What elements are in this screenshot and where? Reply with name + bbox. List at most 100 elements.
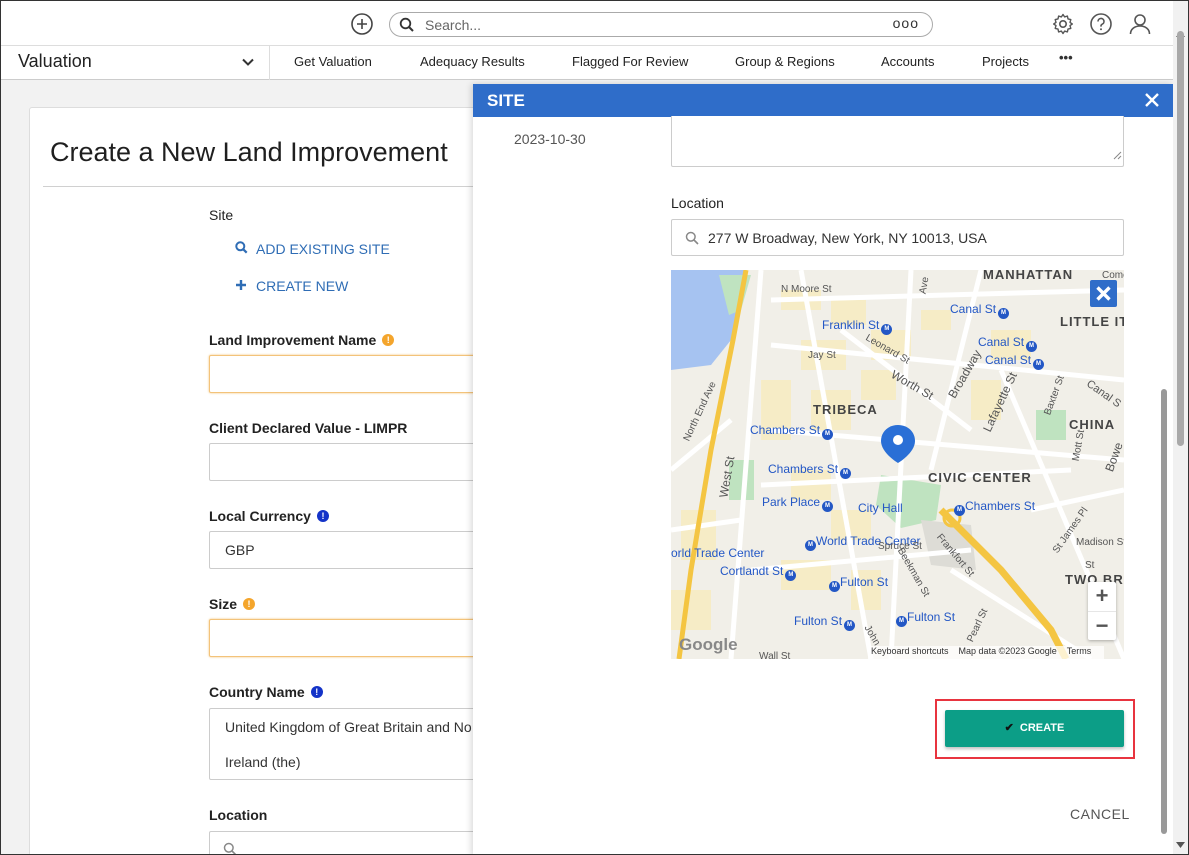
- resize-handle-icon[interactable]: [1113, 147, 1122, 165]
- map-zoom-controls: + −: [1088, 582, 1116, 640]
- size-label: Size!: [209, 596, 256, 612]
- page-scrollbar[interactable]: [1173, 1, 1188, 854]
- gear-icon[interactable]: [1051, 12, 1075, 36]
- client-declared-value-input[interactable]: [209, 443, 509, 481]
- country-name-select[interactable]: United Kingdom of Great Britain and No I…: [209, 708, 509, 780]
- info-icon[interactable]: !: [310, 686, 323, 698]
- zoom-out-button[interactable]: −: [1088, 611, 1116, 640]
- map-station-label: Fulton St: [794, 614, 843, 628]
- search-placeholder: Search...: [425, 17, 482, 33]
- location-input[interactable]: [209, 831, 509, 854]
- map-station-label: Canal St: [950, 302, 997, 316]
- subway-icon: M: [829, 581, 840, 592]
- nav-adequacy-results[interactable]: Adequacy Results: [420, 54, 525, 69]
- module-selector[interactable]: Valuation: [1, 46, 270, 80]
- location-map[interactable]: MANHATTAN Come LITTLE IT TRIBECA CHINA C…: [671, 270, 1124, 659]
- map-station-cortlandt-st: Cortlandt St M: [720, 564, 797, 581]
- site-modal: SITE 2023-10-30 Location 277 W Broadway,…: [473, 84, 1173, 854]
- create-new-label: CREATE NEW: [256, 278, 349, 294]
- modal-header: SITE: [473, 84, 1173, 117]
- user-icon[interactable]: [1128, 12, 1152, 36]
- location-label: Location: [671, 195, 724, 211]
- map-label-civic-center: CIVIC CENTER: [928, 470, 1032, 485]
- subway-icon: M: [805, 540, 816, 551]
- local-currency-value: GBP: [225, 542, 255, 558]
- map-station-chambers-st-2: Chambers St M: [768, 462, 852, 479]
- scrollbar-thumb[interactable]: [1177, 31, 1184, 446]
- nav-flagged-for-review[interactable]: Flagged For Review: [572, 54, 688, 69]
- local-currency-text: Local Currency: [209, 508, 311, 524]
- nav-projects[interactable]: Projects: [982, 54, 1029, 69]
- map-street-n-moore-st: N Moore St: [781, 284, 832, 295]
- modal-title: SITE: [487, 91, 525, 110]
- map-station-chambers-st-1: Chambers St M: [750, 423, 834, 440]
- nav-get-valuation[interactable]: Get Valuation: [294, 54, 372, 69]
- subway-icon: M: [840, 468, 852, 479]
- help-icon[interactable]: [1089, 12, 1113, 36]
- map-street-jay-st: Jay St: [808, 350, 836, 361]
- close-icon[interactable]: [1141, 89, 1163, 111]
- map-station-chambers-st-3: M Chambers St: [952, 499, 1035, 516]
- top-bar: Search... ooo: [1, 1, 1188, 46]
- map-station-label: Canal St: [978, 335, 1025, 349]
- info-icon[interactable]: !: [316, 510, 329, 522]
- search-icon: [399, 17, 415, 38]
- search-bar[interactable]: Search... ooo: [389, 12, 933, 37]
- fullscreen-close-icon[interactable]: [1090, 280, 1117, 307]
- map-station-city-hall: City Hall: [858, 501, 903, 515]
- terms-link[interactable]: Terms: [1067, 646, 1092, 656]
- keyboard-shortcuts-link[interactable]: Keyboard shortcuts: [871, 646, 949, 656]
- map-station-label: Cortlandt St: [720, 564, 784, 578]
- nav-more-icon[interactable]: •••: [1059, 50, 1073, 65]
- map-street-madison-st: Madison St: [1076, 537, 1124, 548]
- local-currency-select[interactable]: GBP: [209, 531, 509, 569]
- map-station-fulton-st-1: M Fulton St: [827, 575, 888, 592]
- search-icon: [685, 231, 699, 250]
- map-station-canal-st-3: Canal St M: [985, 353, 1045, 370]
- required-icon: !: [382, 334, 395, 346]
- map-street-wall-st: Wall St: [759, 651, 791, 659]
- subway-icon: M: [954, 505, 965, 516]
- add-circle-icon[interactable]: [350, 12, 374, 36]
- subway-icon: M: [881, 324, 893, 335]
- nav-group-regions[interactable]: Group & Regions: [735, 54, 835, 69]
- country-name-value-line2: Ireland (the): [225, 754, 301, 770]
- subway-icon: M: [1033, 359, 1045, 370]
- create-button-label: CREATE: [1019, 722, 1065, 734]
- map-canvas: [671, 270, 1124, 659]
- site-label: Site: [209, 207, 234, 223]
- subway-icon: M: [822, 429, 834, 440]
- map-station-fulton-st-2: M Fulton St: [894, 610, 955, 627]
- title-divider: [43, 186, 483, 187]
- create-new-site-button[interactable]: CREATE NEW: [235, 278, 348, 294]
- map-station-label: Fulton St: [907, 610, 956, 624]
- nav-accounts[interactable]: Accounts: [881, 54, 934, 69]
- map-station-label: City Hall: [858, 501, 903, 515]
- modal-scrollbar-thumb[interactable]: [1161, 389, 1167, 834]
- app-window: Search... ooo Valuation Get Valuation Ad…: [0, 0, 1189, 855]
- land-improvement-name-input[interactable]: [209, 355, 509, 393]
- map-station-wtc-path: orld Trade Center: [671, 546, 764, 560]
- description-textarea[interactable]: [671, 116, 1124, 167]
- map-station-label: Chambers St: [965, 499, 1036, 513]
- plus-icon: [235, 278, 249, 294]
- map-station-label: Chambers St: [768, 462, 839, 476]
- cancel-button[interactable]: CANCEL: [1070, 806, 1130, 822]
- subway-icon: M: [998, 308, 1010, 319]
- map-data-text: Map data ©2023 Google: [958, 646, 1057, 656]
- required-icon: !: [243, 598, 256, 610]
- date-value: 2023-10-30: [514, 131, 586, 147]
- add-existing-site-button[interactable]: ADD EXISTING SITE: [235, 241, 390, 257]
- subway-icon: M: [1026, 341, 1038, 352]
- country-name-value-line1: United Kingdom of Great Britain and No: [225, 719, 472, 735]
- map-station-label: orld Trade Center: [671, 546, 765, 560]
- scroll-down-icon[interactable]: [1176, 835, 1185, 853]
- create-button[interactable]: ✔ CREATE: [945, 710, 1124, 747]
- map-station-label: Canal St: [985, 353, 1032, 367]
- size-input[interactable]: [209, 619, 509, 657]
- location-search-input[interactable]: 277 W Broadway, New York, NY 10013, USA: [671, 219, 1124, 256]
- map-station-label: Fulton St: [840, 575, 889, 589]
- module-name: Valuation: [18, 51, 92, 71]
- search-options-icon[interactable]: ooo: [893, 15, 919, 31]
- zoom-in-button[interactable]: +: [1088, 582, 1116, 611]
